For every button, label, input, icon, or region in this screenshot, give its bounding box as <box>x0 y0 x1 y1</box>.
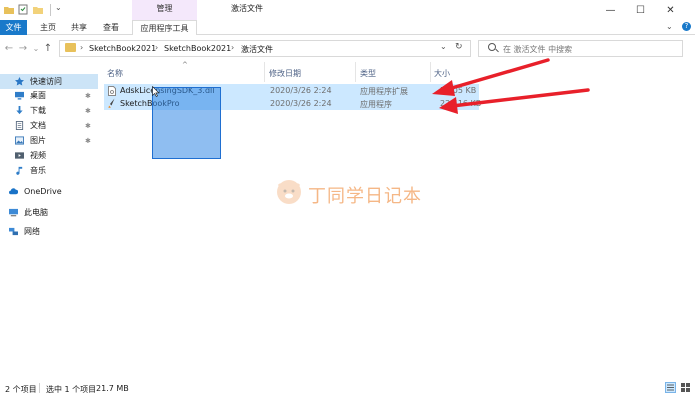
document-icon <box>15 121 24 130</box>
contextual-group-label: 管理 <box>156 4 173 13</box>
column-header-size[interactable]: 大小 <box>434 68 450 79</box>
address-dropdown-button[interactable]: ⌄ <box>440 42 447 51</box>
new-folder-icon[interactable] <box>33 4 43 15</box>
dll-file-icon <box>108 86 116 96</box>
tab-application-tools[interactable]: 应用程序工具 <box>132 20 197 35</box>
large-icons-view-icon[interactable] <box>680 382 691 393</box>
cloud-icon <box>9 188 18 195</box>
breadcrumb-separator: › <box>80 43 84 52</box>
quick-access-dropdown[interactable]: ⌄ <box>55 3 62 12</box>
sidebar-item-videos[interactable]: 视频 <box>0 148 98 163</box>
sidebar-item-pictures[interactable]: 图片 ✱ <box>0 133 98 148</box>
column-header <box>100 62 695 82</box>
column-divider[interactable] <box>430 62 431 82</box>
watermark-text: 丁同学日记本 <box>308 186 422 207</box>
maximize-button[interactable]: ☐ <box>628 0 653 20</box>
app-file-icon <box>108 98 115 108</box>
back-button[interactable]: ← <box>3 42 15 54</box>
breadcrumb-separator: › <box>231 43 235 52</box>
search-placeholder: 在 激活文件 中搜索 <box>503 45 573 54</box>
column-header-type[interactable]: 类型 <box>360 68 376 79</box>
column-divider[interactable] <box>355 62 356 82</box>
desktop-icon <box>15 91 24 100</box>
sidebar-item-label: 视频 <box>30 151 46 160</box>
status-divider <box>39 383 40 393</box>
sidebar-item-documents[interactable]: 文档 ✱ <box>0 118 98 133</box>
pc-icon <box>9 208 18 217</box>
picture-icon <box>15 136 24 145</box>
breadcrumb-item[interactable]: SketchBook2021 <box>89 44 156 53</box>
ribbon-expand-button[interactable]: ⌄ <box>666 22 673 31</box>
selected-size: 21.7 MB <box>96 384 129 393</box>
sidebar-item-label: 音乐 <box>30 166 46 175</box>
sidebar-item-label: 桌面 <box>30 91 46 100</box>
title-bar <box>0 0 695 20</box>
pin-icon: ✱ <box>85 106 91 115</box>
sidebar-item-music[interactable]: 音乐 <box>0 163 98 178</box>
up-button[interactable]: ↑ <box>42 42 54 54</box>
sidebar-item-label: 快速访问 <box>30 77 62 86</box>
network-icon <box>9 227 18 236</box>
star-icon <box>15 77 24 86</box>
sidebar-item-label: 图片 <box>30 136 46 145</box>
details-view-icon[interactable] <box>665 382 676 393</box>
properties-icon[interactable] <box>18 4 28 15</box>
selected-count: 选中 1 个项目 <box>46 385 97 394</box>
forward-button[interactable]: → <box>17 42 29 54</box>
sidebar-item-desktop[interactable]: 桌面 ✱ <box>0 88 98 103</box>
tab-file[interactable]: 文件 <box>0 20 27 35</box>
folder-icon <box>65 43 76 52</box>
help-button[interactable]: ? <box>682 22 691 31</box>
pin-icon: ✱ <box>85 121 91 130</box>
sidebar-item-this-pc[interactable]: 此电脑 <box>0 205 98 220</box>
sidebar-item-quick-access[interactable]: 快速访问 <box>0 74 98 89</box>
download-icon <box>16 106 23 115</box>
sidebar-item-downloads[interactable]: 下载 ✱ <box>0 103 98 118</box>
pin-icon: ✱ <box>85 91 91 100</box>
breadcrumb-item[interactable]: SketchBook2021 <box>164 44 231 53</box>
music-icon <box>16 166 23 175</box>
column-header-modified[interactable]: 修改日期 <box>269 68 301 79</box>
sidebar-item-onedrive[interactable]: OneDrive <box>0 184 98 199</box>
file-type: 应用程序扩展 <box>360 87 408 96</box>
cursor-icon <box>152 86 160 97</box>
column-divider[interactable] <box>264 62 265 82</box>
search-icon <box>488 43 496 51</box>
sidebar-item-label: 下载 <box>30 106 46 115</box>
quick-access-separator <box>50 4 51 16</box>
sidebar-item-label: 网络 <box>24 227 40 236</box>
window-title: 激活文件 <box>231 4 263 13</box>
file-size: 5,805 KB <box>440 86 477 95</box>
breadcrumb-item[interactable]: 激活文件 <box>241 44 273 55</box>
close-button[interactable]: ✕ <box>658 0 683 20</box>
tab-home[interactable]: 主页 <box>40 22 56 33</box>
tab-view[interactable]: 查看 <box>103 22 119 33</box>
sidebar-item-label: 此电脑 <box>24 208 48 217</box>
file-size: 22,416 KB <box>440 99 482 108</box>
recent-locations-button[interactable]: ⌄ <box>30 42 42 54</box>
sidebar-item-network[interactable]: 网络 <box>0 224 98 239</box>
sidebar-item-label: OneDrive <box>24 187 62 196</box>
video-icon <box>15 152 24 159</box>
file-modified: 2020/3/26 2:24 <box>270 86 332 95</box>
sidebar-item-label: 文档 <box>30 121 46 130</box>
column-header-name[interactable]: 名称 <box>107 68 123 79</box>
file-modified: 2020/3/26 2:24 <box>270 99 332 108</box>
selection-marquee <box>152 87 221 159</box>
file-type: 应用程序 <box>360 100 392 109</box>
item-count: 2 个项目 <box>5 385 37 394</box>
sort-indicator: ^ <box>182 61 188 69</box>
breadcrumb-separator: › <box>155 43 159 52</box>
folder-icon[interactable] <box>4 4 14 15</box>
pin-icon: ✱ <box>85 136 91 145</box>
tab-share[interactable]: 共享 <box>71 22 87 33</box>
refresh-button[interactable]: ↻ <box>455 42 463 52</box>
minimize-button[interactable]: — <box>598 0 623 20</box>
watermark-logo <box>277 180 301 204</box>
